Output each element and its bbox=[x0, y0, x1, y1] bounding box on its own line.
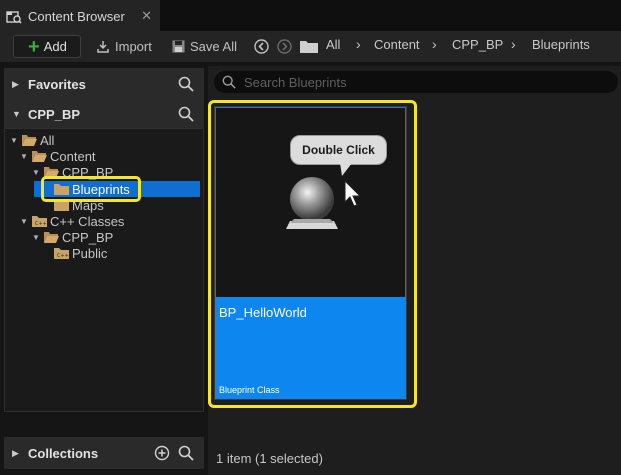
asset-name: BP_HelloWorld bbox=[219, 305, 307, 320]
breadcrumb-chevron-icon[interactable]: › bbox=[432, 36, 437, 52]
expand-caret-icon[interactable]: ▼ bbox=[12, 109, 21, 119]
cpp-folder-icon: C++ bbox=[32, 215, 47, 227]
import-button-label: Import bbox=[115, 39, 152, 54]
tree-item-cpp-bp-module[interactable]: ▼ CPP_BP bbox=[32, 229, 113, 245]
cpp-folder-icon: C++ bbox=[54, 247, 69, 259]
forward-arrow-icon[interactable] bbox=[277, 39, 292, 54]
tab-bar: Content Browser ✕ bbox=[0, 0, 621, 31]
project-header[interactable]: ▼ CPP_BP bbox=[4, 98, 204, 130]
double-click-tooltip: Double Click bbox=[290, 135, 387, 165]
import-button[interactable]: Import bbox=[96, 36, 152, 57]
tree-item-label: Public bbox=[72, 245, 108, 261]
collapse-caret-icon[interactable]: ▶ bbox=[12, 79, 19, 90]
expand-caret-icon[interactable]: ▼ bbox=[20, 152, 30, 161]
tree-item-label: C++ Classes bbox=[50, 213, 125, 229]
expand-caret-icon[interactable]: ▼ bbox=[32, 168, 42, 177]
tree-item-label: Content bbox=[50, 148, 96, 164]
breadcrumb-chevron-icon[interactable]: › bbox=[511, 36, 516, 52]
collapse-caret-icon[interactable]: ▶ bbox=[12, 448, 19, 459]
add-collection-icon[interactable] bbox=[154, 445, 170, 461]
expand-caret-icon[interactable]: ▼ bbox=[20, 217, 30, 226]
tab-title: Content Browser bbox=[28, 9, 125, 24]
expand-caret-icon[interactable]: ▼ bbox=[10, 136, 20, 145]
import-icon bbox=[97, 40, 109, 53]
asset-search-bar[interactable] bbox=[214, 71, 618, 93]
tab-content-browser[interactable]: Content Browser ✕ bbox=[0, 0, 160, 31]
cursor-icon bbox=[344, 180, 362, 207]
tree-item-public[interactable]: C++ Public bbox=[54, 245, 107, 261]
back-arrow-icon[interactable] bbox=[254, 39, 269, 54]
save-icon bbox=[172, 40, 185, 53]
content-browser-icon bbox=[6, 10, 22, 24]
folder-open-icon bbox=[22, 134, 37, 146]
asset-search-input[interactable] bbox=[244, 74, 604, 90]
toolbar: + Add Import Save All All › Content › CP… bbox=[0, 31, 621, 62]
breadcrumb-blueprints[interactable]: Blueprints bbox=[532, 37, 590, 52]
blueprints-highlight-annotation bbox=[41, 176, 141, 202]
status-text: 1 item (1 selected) bbox=[216, 451, 323, 466]
favorites-header[interactable]: ▶ Favorites bbox=[4, 68, 204, 100]
tree-item-label: All bbox=[40, 132, 55, 148]
asset-info-area: BP_HelloWorld Blueprint Class bbox=[215, 297, 406, 399]
tree-item-cpp-classes[interactable]: ▼ C++ C++ Classes bbox=[20, 213, 124, 229]
add-button[interactable]: + Add bbox=[13, 35, 81, 58]
breadcrumb-content[interactable]: Content bbox=[374, 37, 420, 52]
breadcrumb-cpp-bp[interactable]: CPP_BP bbox=[452, 37, 503, 52]
folder-icon bbox=[300, 41, 318, 53]
save-all-button[interactable]: Save All bbox=[172, 36, 237, 57]
breadcrumb-chevron-icon[interactable]: › bbox=[356, 36, 361, 52]
cpp-folder-icon bbox=[44, 231, 59, 243]
tree-item-content[interactable]: ▼ Content bbox=[20, 148, 96, 164]
svg-text:C++: C++ bbox=[57, 253, 69, 259]
asset-type: Blueprint Class bbox=[219, 385, 280, 395]
tree-item-all[interactable]: ▼ All bbox=[10, 132, 54, 148]
expand-caret-icon[interactable]: ▼ bbox=[32, 233, 42, 242]
save-all-button-label: Save All bbox=[190, 39, 237, 54]
collections-header[interactable]: ▶ Collections bbox=[4, 437, 204, 469]
tree-item-label: CPP_BP bbox=[62, 229, 114, 245]
blueprint-sphere-icon bbox=[286, 177, 338, 229]
collections-label: Collections bbox=[28, 445, 99, 461]
search-icon bbox=[222, 75, 236, 89]
svg-text:C++: C++ bbox=[35, 221, 47, 227]
search-icon[interactable] bbox=[178, 76, 194, 92]
project-label: CPP_BP bbox=[28, 106, 81, 122]
add-button-label: Add bbox=[43, 39, 67, 54]
breadcrumb-all[interactable]: All bbox=[326, 37, 340, 52]
folder-open-icon bbox=[32, 150, 47, 162]
plus-icon: + bbox=[28, 35, 40, 58]
search-icon[interactable] bbox=[178, 106, 194, 122]
close-icon[interactable]: ✕ bbox=[141, 9, 152, 22]
favorites-label: Favorites bbox=[28, 76, 86, 92]
tooltip-pointer bbox=[340, 163, 352, 176]
search-icon[interactable] bbox=[178, 445, 194, 461]
